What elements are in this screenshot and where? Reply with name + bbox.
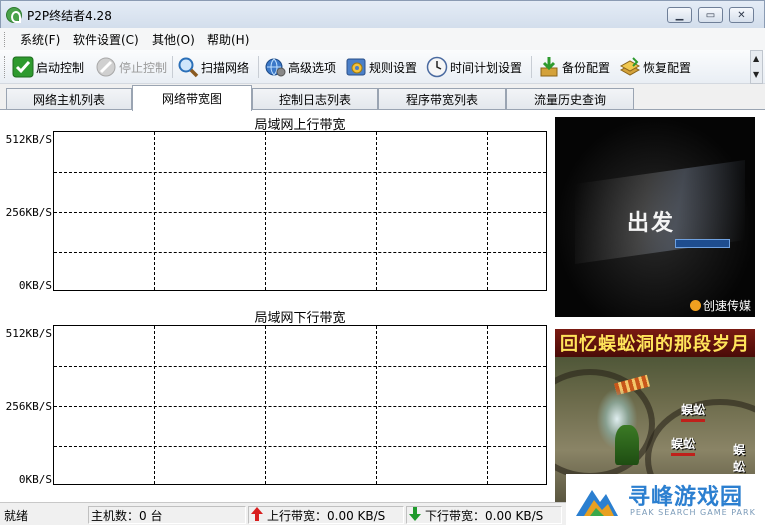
start-control-label: 启动控制 [36, 60, 85, 75]
toolbar-grip [4, 56, 7, 78]
grid-line [376, 132, 377, 290]
status-download-text: 下行带宽：0.00 KB/S [425, 508, 544, 523]
ad-headline: 出发 [627, 211, 676, 236]
grid-line [154, 132, 155, 290]
grid-line [487, 326, 488, 484]
restore-config-label: 恢复配置 [643, 60, 692, 75]
advanced-options-label: 高级选项 [288, 60, 337, 75]
close-button[interactable]: ✕ [729, 7, 754, 23]
grid-line [487, 132, 488, 290]
stop-control-button[interactable]: 停止控制 [95, 54, 167, 80]
upload-graph [53, 131, 547, 291]
scan-network-label: 扫描网络 [201, 60, 250, 75]
menu-other[interactable]: 其他(O) [152, 31, 195, 48]
arrow-up-icon [251, 506, 263, 524]
toolbar: 启动控制 停止控制 扫描网络 高级选项 规则设置 时间计划设置 备份配置 恢复配… [0, 50, 765, 84]
title-bar: P2P终结者4.28 ▁ ▭ ✕ [0, 0, 765, 28]
maximize-icon: ▭ [705, 9, 716, 21]
app-icon [6, 7, 22, 23]
grid-line [376, 326, 377, 484]
toolbar-overflow-button[interactable]: ▲ ▼ [750, 50, 763, 84]
monster-label: 蜈蚣 [681, 401, 705, 422]
magnifier-icon [177, 56, 199, 78]
backup-config-button[interactable]: 备份配置 [538, 54, 610, 80]
grid-line [54, 252, 546, 253]
grid-line [54, 212, 546, 213]
tab-network-hosts[interactable]: 网络主机列表 [6, 88, 132, 110]
scan-network-button[interactable]: 扫描网络 [177, 54, 249, 80]
status-upload-text: 上行带宽：0.00 KB/S [267, 508, 386, 523]
ad-game-title: 回忆蜈蚣洞的那段岁月 [555, 329, 755, 357]
backup-config-label: 备份配置 [562, 60, 611, 75]
ad-start-button-graphic [675, 239, 730, 248]
monster-label: 蜈蚣 [671, 435, 695, 456]
restore-config-button[interactable]: 恢复配置 [619, 54, 691, 80]
menu-system[interactable]: 系统(F) [20, 31, 60, 48]
ad-brand: 创速传媒 [689, 297, 751, 314]
advanced-options-button[interactable]: 高级选项 [264, 54, 336, 80]
tab-traffic-history[interactable]: 流量历史查询 [506, 88, 634, 110]
clock-icon [426, 56, 448, 78]
status-upload: 上行带宽：0.00 KB/S [248, 506, 404, 524]
grid-line [54, 172, 546, 173]
menu-software-settings[interactable]: 软件设置(C) [73, 31, 139, 48]
watermark-subtitle: PEAK SEARCH GAME PARK [630, 508, 756, 517]
schedule-settings-label: 时间计划设置 [450, 60, 523, 75]
grid-line [154, 326, 155, 484]
close-icon: ✕ [737, 9, 746, 21]
tab-bandwidth-graph[interactable]: 网络带宽图 [132, 85, 252, 111]
grid-line [54, 446, 546, 447]
schedule-settings-button[interactable]: 时间计划设置 [426, 54, 522, 80]
grid-line [54, 366, 546, 367]
mountain-logo-icon [574, 480, 620, 520]
download-y-mid: 256KB/S [5, 400, 52, 413]
menu-bar: 系统(F) 软件设置(C) 其他(O) 帮助(H) [0, 28, 765, 50]
tab-bar: 网络主机列表 网络带宽图 控制日志列表 程序带宽列表 流量历史查询 [0, 84, 765, 111]
download-graph [53, 325, 547, 485]
backup-download-icon [538, 56, 560, 78]
menu-help[interactable]: 帮助(H) [207, 31, 249, 48]
globe-gear-icon [264, 56, 286, 78]
arrow-down-icon [409, 506, 421, 524]
tab-control-log[interactable]: 控制日志列表 [252, 88, 378, 110]
grid-line [265, 326, 266, 484]
download-y-min: 0KB/S [18, 473, 52, 486]
check-icon [12, 56, 34, 78]
download-y-max: 512KB/S [5, 327, 52, 340]
upload-y-mid: 256KB/S [5, 206, 52, 219]
warrior-graphic [615, 425, 639, 465]
toolbar-separator [258, 56, 259, 78]
chevron-down-icon: ▼ [753, 70, 760, 79]
grid-line [54, 406, 546, 407]
stop-icon [95, 56, 117, 78]
watermark: 寻峰游戏园 PEAK SEARCH GAME PARK [566, 474, 765, 525]
maximize-button[interactable]: ▭ [698, 7, 723, 23]
tab-program-bandwidth[interactable]: 程序带宽列表 [378, 88, 506, 110]
grid-line [265, 132, 266, 290]
gear-icon [345, 56, 367, 78]
window-title: P2P终结者4.28 [27, 9, 112, 23]
minimize-icon: ▁ [675, 9, 684, 21]
upload-y-min: 0KB/S [18, 279, 52, 292]
menu-grip [4, 32, 7, 47]
stop-control-label: 停止控制 [119, 60, 168, 75]
rule-settings-button[interactable]: 规则设置 [345, 54, 417, 80]
ad-banner-top[interactable]: 出发 创速传媒 [555, 117, 755, 317]
toolbar-separator [531, 56, 532, 78]
ad-brand-name: 创速传媒 [702, 299, 751, 313]
brand-logo-icon [689, 300, 701, 311]
status-ready: 就绪 [4, 508, 29, 523]
download-graph-title: 局域网下行带宽 [254, 311, 346, 326]
watermark-title: 寻峰游戏园 [628, 485, 744, 510]
upload-y-max: 512KB/S [5, 133, 52, 146]
status-download: 下行带宽：0.00 KB/S [406, 506, 562, 524]
start-control-button[interactable]: 启动控制 [12, 54, 84, 80]
rule-settings-label: 规则设置 [369, 60, 418, 75]
restore-stack-icon [619, 56, 641, 78]
status-host-count: 主机数：0 台 [88, 506, 246, 524]
chevron-up-icon: ▲ [753, 54, 760, 63]
minimize-button[interactable]: ▁ [667, 7, 692, 23]
toolbar-separator [172, 56, 173, 78]
